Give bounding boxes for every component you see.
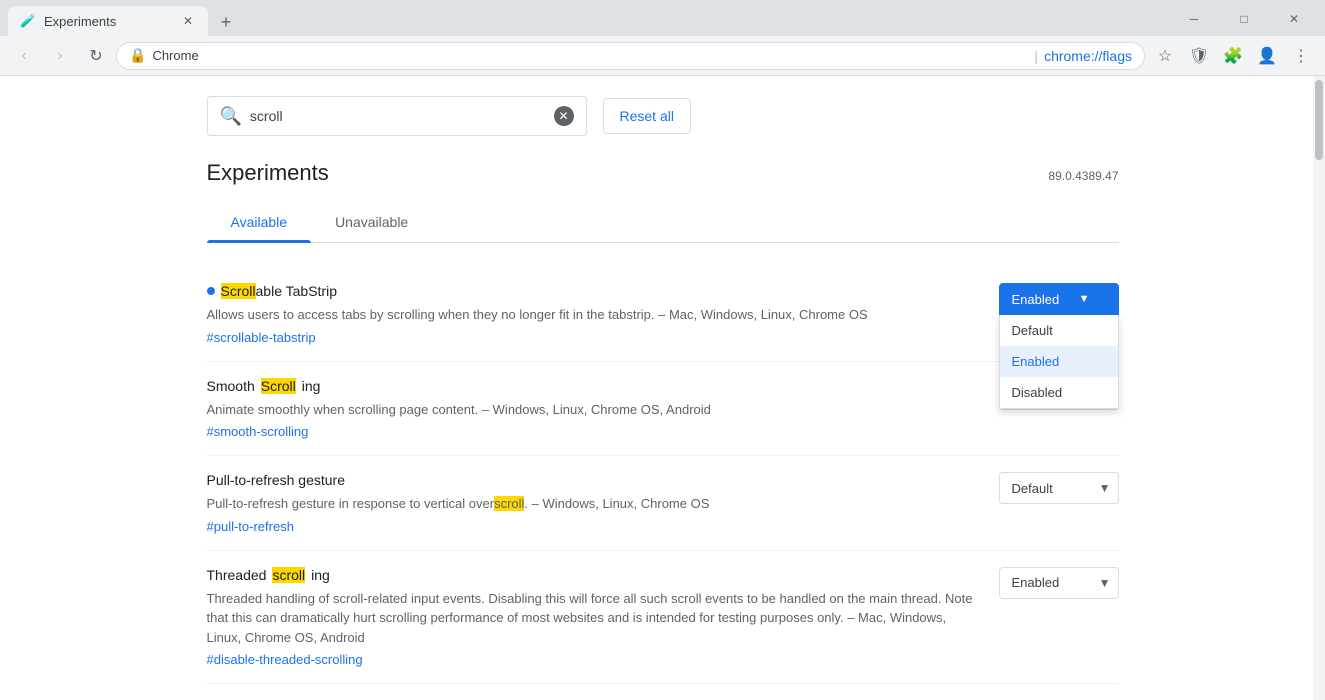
active-tab[interactable]: 🧪 Experiments ✕ xyxy=(8,6,208,36)
window-controls: ─ □ ✕ xyxy=(1171,6,1317,32)
flag-control: Default Enabled Disabled ▼ xyxy=(999,567,1119,599)
flag-header: Scrollable TabStrip Allows users to acce… xyxy=(207,283,1119,345)
flag-name: Scrollable TabStrip xyxy=(207,283,975,299)
profile-icon: 👤 xyxy=(1257,46,1277,66)
flag-name: Pull-to-refresh gesture xyxy=(207,472,975,488)
flag-link[interactable]: #pull-to-refresh xyxy=(207,519,294,534)
experiments-page: 🔍 ✕ Reset all Experiments 89.0.4389.47 A… xyxy=(183,76,1143,700)
address-separator: | xyxy=(1034,48,1038,64)
flag-scrollable-tabstrip-buttons: Scrollable TabStrip Buttons When the scr… xyxy=(207,684,1119,700)
flag-link[interactable]: #scrollable-tabstrip xyxy=(207,330,316,345)
dropdown-arrow-icon: ▼ xyxy=(1079,293,1090,305)
version-text: 89.0.4389.47 xyxy=(1048,169,1118,183)
search-clear-button[interactable]: ✕ xyxy=(554,106,574,126)
title-bar: 🧪 Experiments ✕ + ─ □ ✕ xyxy=(0,0,1325,36)
scrollbar-thumb[interactable] xyxy=(1315,80,1323,160)
tab-unavailable[interactable]: Unavailable xyxy=(311,202,432,242)
address-prefix: Chrome xyxy=(152,48,1028,63)
page-title: Experiments xyxy=(207,160,329,186)
toolbar-icons: ☆ 🛡 🧩 👤 ⋮ xyxy=(1149,40,1317,72)
flag-header: Pull-to-refresh gesture Pull-to-refresh … xyxy=(207,472,1119,534)
tab-unavailable-label: Unavailable xyxy=(335,214,408,230)
search-box[interactable]: 🔍 ✕ xyxy=(207,96,587,136)
extensions-button[interactable]: 🧩 xyxy=(1217,40,1249,72)
flag-info: Smooth Scrolling Animate smoothly when s… xyxy=(207,378,975,440)
address-url: chrome://flags xyxy=(1044,48,1132,64)
dropdown-wrapper: Default Enabled Disabled ▼ xyxy=(999,472,1119,504)
new-tab-button[interactable]: + xyxy=(212,8,240,36)
close-button[interactable]: ✕ xyxy=(1271,6,1317,32)
flag-info: Threaded scrolling Threaded handling of … xyxy=(207,567,975,668)
dropdown-option-disabled[interactable]: Disabled xyxy=(1000,377,1118,408)
main-content: 🔍 ✕ Reset all Experiments 89.0.4389.47 A… xyxy=(0,76,1325,700)
dropdown-option-default[interactable]: Default xyxy=(1000,315,1118,346)
search-container: 🔍 ✕ Reset all xyxy=(207,96,1119,136)
dropdown-wrapper: Default Enabled Disabled ▼ xyxy=(999,567,1119,599)
pull-to-refresh-dropdown[interactable]: Default Enabled Disabled xyxy=(999,472,1119,504)
flag-threaded-scrolling: Threaded scrolling Threaded handling of … xyxy=(207,551,1119,685)
page-header: Experiments 89.0.4389.47 xyxy=(207,160,1119,186)
flag-link[interactable]: #disable-threaded-scrolling xyxy=(207,652,363,667)
tab-available-label: Available xyxy=(231,214,288,230)
flag-header: Threaded scrolling Threaded handling of … xyxy=(207,567,1119,668)
dropdown-value: Enabled xyxy=(1012,292,1060,307)
tabs-container: Available Unavailable xyxy=(207,202,1119,243)
reset-all-button[interactable]: Reset all xyxy=(603,98,691,134)
flag-description: Animate smoothly when scrolling page con… xyxy=(207,400,975,420)
back-button[interactable]: ‹ xyxy=(8,40,40,72)
reload-button[interactable]: ↻ xyxy=(80,40,112,72)
shield-icon: 🛡 xyxy=(1189,46,1209,66)
bookmark-button[interactable]: ☆ xyxy=(1149,40,1181,72)
navigation-bar: ‹ › ↻ 🔒 Chrome | chrome://flags ☆ 🛡 🧩 👤 xyxy=(0,36,1325,76)
flag-control: Enabled ▼ Default Enabled Disabled xyxy=(999,283,1119,315)
flag-scrollable-tabstrip: Scrollable TabStrip Allows users to acce… xyxy=(207,267,1119,362)
profile-button[interactable]: 👤 xyxy=(1251,40,1283,72)
dropdown-button[interactable]: Enabled ▼ xyxy=(999,283,1119,315)
dropdown-option-enabled[interactable]: Enabled xyxy=(1000,346,1118,377)
dropdown-menu: Default Enabled Disabled xyxy=(999,315,1119,409)
puzzle-icon: 🧩 xyxy=(1223,46,1243,66)
flag-control: Default Enabled Disabled ▼ xyxy=(999,472,1119,504)
threaded-scrolling-dropdown[interactable]: Default Enabled Disabled xyxy=(999,567,1119,599)
forward-icon: › xyxy=(57,47,62,65)
more-icon: ⋮ xyxy=(1293,46,1309,66)
tab-favicon: 🧪 xyxy=(20,13,36,29)
back-icon: ‹ xyxy=(21,47,26,65)
search-icon: 🔍 xyxy=(220,106,242,127)
reload-icon: ↻ xyxy=(89,46,102,66)
flag-pull-to-refresh: Pull-to-refresh gesture Pull-to-refresh … xyxy=(207,456,1119,551)
more-button[interactable]: ⋮ xyxy=(1285,40,1317,72)
flag-info: Pull-to-refresh gesture Pull-to-refresh … xyxy=(207,472,975,534)
flag-name-highlight: Scrollable TabStrip xyxy=(221,283,337,299)
address-bar[interactable]: 🔒 Chrome | chrome://flags xyxy=(116,42,1145,70)
extension-button-1[interactable]: 🛡 xyxy=(1183,40,1215,72)
tab-available[interactable]: Available xyxy=(207,202,312,242)
flag-smooth-scrolling: Smooth Scrolling Animate smoothly when s… xyxy=(207,362,1119,457)
flag-description: Pull-to-refresh gesture in response to v… xyxy=(207,494,975,514)
tab-title: Experiments xyxy=(44,14,172,29)
flag-info: Scrollable TabStrip Allows users to acce… xyxy=(207,283,975,345)
bookmark-icon: ☆ xyxy=(1158,46,1172,66)
flag-name: Threaded scrolling xyxy=(207,567,975,583)
dropdown-container: Enabled ▼ Default Enabled Disabled xyxy=(999,283,1119,315)
flag-description: Threaded handling of scroll-related inpu… xyxy=(207,589,975,648)
tab-close-button[interactable]: ✕ xyxy=(180,13,196,29)
active-dot xyxy=(207,287,215,295)
search-input[interactable] xyxy=(250,108,546,124)
flag-link[interactable]: #smooth-scrolling xyxy=(207,424,309,439)
minimize-button[interactable]: ─ xyxy=(1171,6,1217,32)
restore-button[interactable]: □ xyxy=(1221,6,1267,32)
lock-icon: 🔒 xyxy=(129,47,146,64)
forward-button[interactable]: › xyxy=(44,40,76,72)
flag-name: Smooth Scrolling xyxy=(207,378,975,394)
scrollbar-track[interactable] xyxy=(1313,76,1325,700)
flag-header: Smooth Scrolling Animate smoothly when s… xyxy=(207,378,1119,440)
flag-description: Allows users to access tabs by scrolling… xyxy=(207,305,975,325)
